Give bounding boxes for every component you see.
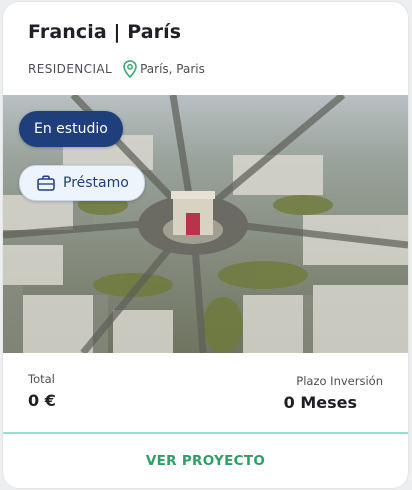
project-title: Francia | París bbox=[28, 21, 182, 43]
term-label: Plazo Inversión bbox=[296, 374, 383, 388]
project-location: París, Paris bbox=[140, 62, 205, 76]
project-photo: En estudio Préstamo bbox=[3, 95, 408, 353]
total-label: Total bbox=[28, 372, 55, 386]
loan-badge-label: Préstamo bbox=[63, 175, 129, 191]
project-type: RESIDENCIAL bbox=[28, 62, 113, 76]
loan-badge: Préstamo bbox=[19, 165, 145, 201]
total-value: 0 € bbox=[28, 391, 56, 410]
view-project-button[interactable]: VER PROYECTO bbox=[3, 434, 408, 488]
briefcase-icon bbox=[37, 175, 55, 191]
project-card[interactable]: Francia | París RESIDENCIAL París, Paris bbox=[3, 2, 408, 488]
map-pin-icon bbox=[123, 60, 137, 78]
term-value: 0 Meses bbox=[283, 393, 357, 412]
project-stats: Total 0 € Plazo Inversión 0 Meses bbox=[3, 353, 408, 433]
project-meta: RESIDENCIAL París, Paris bbox=[28, 58, 205, 80]
status-badge: En estudio bbox=[19, 111, 123, 147]
